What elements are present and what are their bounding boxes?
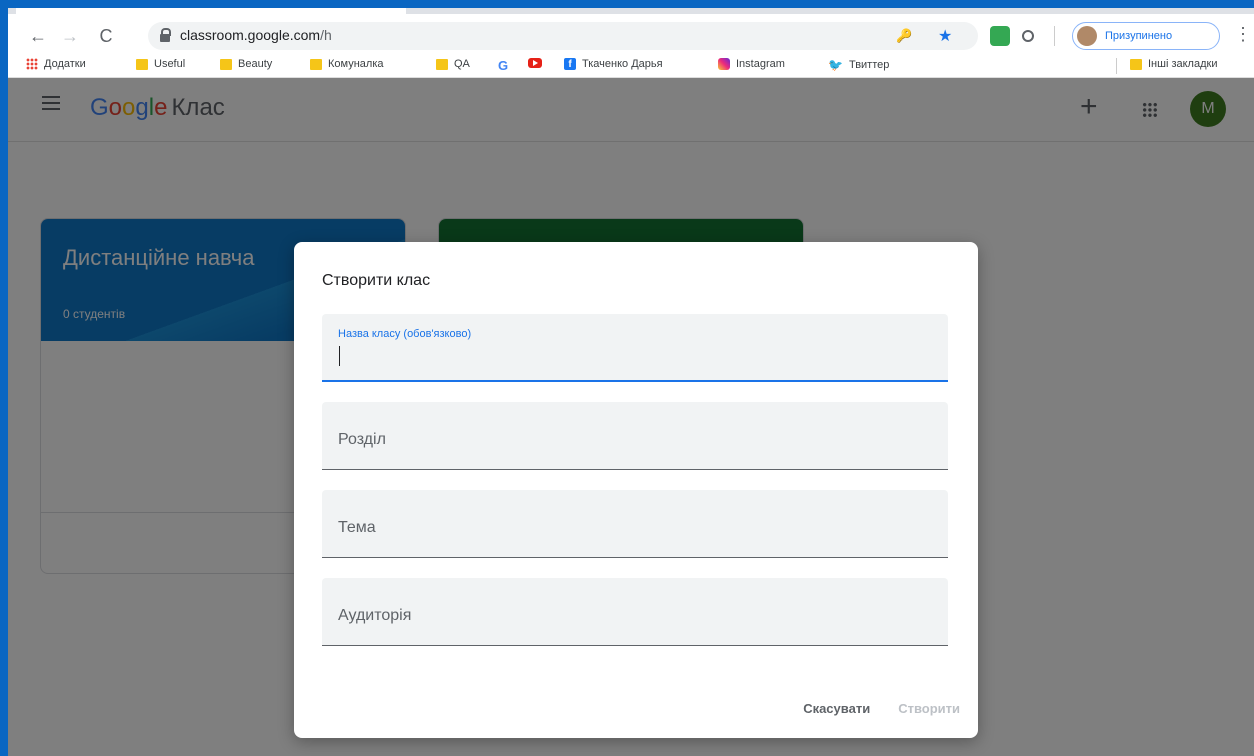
folder-icon: [220, 58, 232, 70]
url-text[interactable]: classroom.google.com/h: [180, 27, 332, 43]
section-input[interactable]: [338, 426, 928, 454]
create-button[interactable]: Створити: [898, 701, 960, 716]
toolbar-divider: [1054, 26, 1055, 46]
star-icon[interactable]: ★: [938, 26, 952, 46]
extension-circle-icon[interactable]: [1022, 30, 1034, 42]
navigation-row: ← → C classroom.google.com/h 🔑 ★ Призупи…: [8, 20, 1254, 52]
instagram-icon: [718, 58, 730, 70]
class-name-label: Назва класу (обов'язково): [338, 328, 472, 340]
bookmark-google[interactable]: G: [498, 58, 508, 73]
forward-icon[interactable]: →: [58, 24, 82, 48]
class-name-field[interactable]: Назва класу (обов'язково): [322, 314, 948, 382]
profile-avatar: [1077, 26, 1097, 46]
extension-icon[interactable]: [990, 26, 1010, 46]
subject-input[interactable]: [338, 514, 928, 542]
address-bar[interactable]: classroom.google.com/h 🔑 ★: [148, 22, 978, 50]
profile-status-label: Призупинено: [1105, 30, 1173, 42]
bookmark-qa[interactable]: QA: [436, 58, 470, 70]
browser-window: ← → C classroom.google.com/h 🔑 ★ Призупи…: [8, 8, 1254, 756]
create-class-dialog: Створити клас Назва класу (обов'язково) …: [294, 242, 978, 738]
bookmark-beauty[interactable]: Beauty: [220, 58, 272, 70]
dialog-actions: Скасувати Створити: [803, 701, 960, 716]
reload-icon[interactable]: C: [94, 24, 118, 48]
bookmark-apps[interactable]: Додатки: [26, 58, 86, 70]
bookmarks-divider: [1116, 58, 1117, 74]
room-field[interactable]: [322, 578, 948, 646]
bookmark-komunalka[interactable]: Комуналка: [310, 58, 384, 70]
youtube-icon: [528, 58, 542, 68]
facebook-icon: f: [564, 58, 576, 70]
twitter-icon: 🐦: [828, 58, 843, 72]
bookmark-twitter[interactable]: 🐦 Твиттер: [828, 58, 889, 72]
tab-strip: [8, 8, 1254, 14]
bookmark-instagram[interactable]: Instagram: [718, 58, 785, 70]
subject-field[interactable]: [322, 490, 948, 558]
bookmark-facebook[interactable]: f Ткаченко Дарья: [564, 58, 663, 70]
more-vert-icon[interactable]: ⋮: [1234, 24, 1252, 45]
dialog-title: Створити клас: [322, 272, 431, 289]
folder-icon: [310, 58, 322, 70]
folder-icon: [436, 58, 448, 70]
bookmarks-bar: Додатки Useful Beauty Комуналка QA G f Тк…: [8, 54, 1254, 78]
bookmark-youtube[interactable]: [528, 58, 542, 68]
profile-paused-button[interactable]: Призупинено: [1072, 22, 1220, 50]
folder-icon: [1130, 58, 1142, 70]
folder-icon: [136, 58, 148, 70]
bookmark-other[interactable]: Інші закладки: [1130, 58, 1217, 70]
back-icon[interactable]: ←: [26, 24, 50, 48]
browser-toolbar: ← → C classroom.google.com/h 🔑 ★ Призупи…: [8, 8, 1254, 78]
section-field[interactable]: [322, 402, 948, 470]
room-input[interactable]: [338, 602, 928, 630]
text-caret: [339, 346, 340, 366]
lock-icon[interactable]: [160, 28, 171, 42]
key-icon[interactable]: 🔑: [896, 28, 912, 44]
cancel-button[interactable]: Скасувати: [803, 701, 870, 716]
bookmark-useful[interactable]: Useful: [136, 58, 185, 70]
google-icon: G: [498, 58, 509, 73]
active-tab[interactable]: [16, 8, 406, 14]
apps-icon: [26, 58, 38, 70]
